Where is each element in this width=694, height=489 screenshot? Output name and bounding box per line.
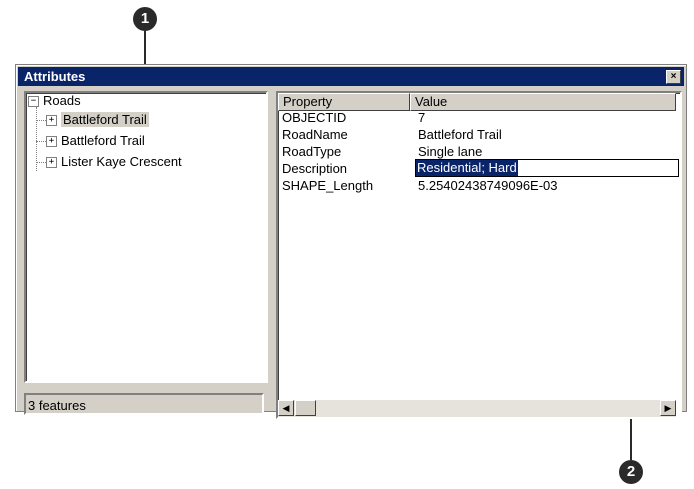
tree-connector: [36, 141, 46, 142]
tree-connector: [36, 120, 46, 121]
title-bar[interactable]: Attributes ×: [18, 67, 684, 86]
attribute-grid[interactable]: Property Value OBJECTID 7 RoadName Battl…: [276, 91, 682, 419]
horizontal-scrollbar[interactable]: ◀ ▶: [278, 400, 676, 417]
edit-field-selected-text[interactable]: Residential; Hard: [416, 160, 518, 176]
scroll-right-icon[interactable]: ▶: [660, 400, 676, 416]
description-edit-field[interactable]: Residential; Hard: [415, 159, 679, 177]
window-title: Attributes: [24, 69, 86, 84]
property-cell[interactable]: SHAPE_Length: [282, 177, 373, 195]
tree-node-label: Roads: [43, 93, 81, 108]
tree-node-roads[interactable]: − Roads: [28, 92, 81, 110]
tree-node-label: Battleford Trail: [61, 133, 145, 148]
value-cell[interactable]: 7: [418, 109, 425, 127]
expand-icon[interactable]: +: [46, 115, 57, 127]
feature-count-status: 3 features: [24, 393, 264, 415]
property-cell[interactable]: Description: [282, 160, 347, 178]
scrollbar-thumb[interactable]: [295, 400, 316, 416]
column-header-value[interactable]: Value: [410, 93, 676, 111]
close-icon[interactable]: ×: [666, 70, 681, 84]
property-cell[interactable]: OBJECTID: [282, 109, 346, 127]
tree-node-feature[interactable]: + Battleford Trail: [46, 111, 149, 129]
value-cell[interactable]: Battleford Trail: [418, 126, 502, 144]
tree-node-feature[interactable]: + Battleford Trail: [46, 132, 145, 150]
feature-tree[interactable]: − Roads + Battleford Trail + Battleford Tra…: [24, 91, 268, 383]
callout-1-badge: 1: [133, 7, 157, 31]
pane-splitter[interactable]: [270, 91, 274, 415]
tree-node-feature[interactable]: + Lister Kaye Crescent: [46, 153, 182, 171]
tree-node-label: Battleford Trail: [61, 112, 149, 127]
property-cell[interactable]: RoadType: [282, 143, 341, 161]
property-cell[interactable]: RoadName: [282, 126, 348, 144]
expand-icon[interactable]: +: [46, 136, 57, 148]
expand-icon[interactable]: +: [46, 157, 57, 169]
tree-node-label: Lister Kaye Crescent: [61, 154, 182, 169]
callout-2-badge: 2: [619, 460, 643, 484]
value-cell[interactable]: 5.25402438749096E-03: [418, 177, 558, 195]
scroll-left-icon[interactable]: ◀: [278, 400, 294, 416]
collapse-icon[interactable]: −: [28, 96, 39, 108]
attributes-window: Attributes × − Roads + Battleford Trail + B…: [15, 64, 687, 419]
tree-connector: [36, 162, 46, 163]
